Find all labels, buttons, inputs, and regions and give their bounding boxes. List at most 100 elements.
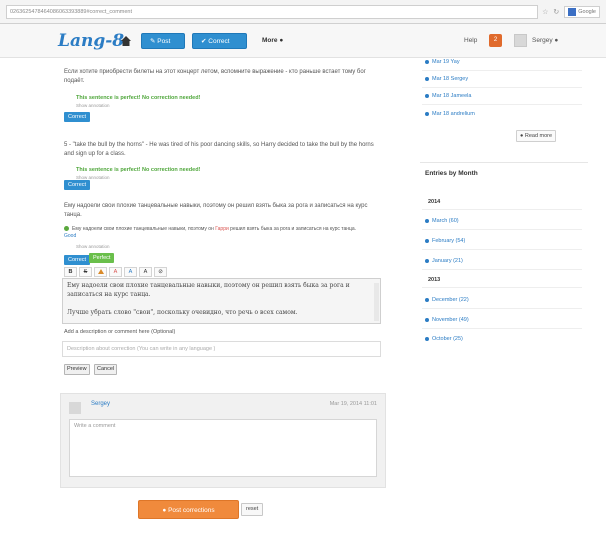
month-label: January (21) <box>432 258 463 264</box>
bullet-icon <box>425 93 429 98</box>
correction-editor[interactable]: Ему надоели свои плохие танцевальные нав… <box>62 278 381 324</box>
avatar[interactable] <box>514 34 527 47</box>
preview-button[interactable]: Preview <box>64 364 90 375</box>
sidebar-entry-label: Mar 19 Yay <box>432 59 460 65</box>
sentence-text: Если хотите приобрести билеты на этот ко… <box>64 69 366 84</box>
month-label: February (54) <box>432 238 466 244</box>
bullet-icon <box>425 238 429 243</box>
strikethrough-button[interactable]: S <box>79 267 92 277</box>
month-link[interactable]: October (25) <box>425 336 463 342</box>
bullet-icon <box>425 111 429 116</box>
month-label: March (60) <box>432 218 459 224</box>
bullet-icon <box>425 336 429 341</box>
reset-button[interactable]: reset <box>241 503 264 516</box>
circle-icon: ● <box>162 507 167 514</box>
editor-text: Ему надоели свои плохие танцевальные нав… <box>67 282 350 298</box>
month-link[interactable]: November (49) <box>425 317 469 323</box>
sentence-text: 5 - "take the bull by the horns" - He wa… <box>64 142 374 157</box>
reload-icon[interactable]: ↻ <box>553 8 559 16</box>
bullet-icon <box>425 59 429 64</box>
cancel-button[interactable]: Cancel <box>94 364 118 375</box>
show-annotation-link[interactable]: Show annotation <box>76 103 110 108</box>
month-link[interactable]: December (22) <box>425 297 469 303</box>
editor-scrollbar[interactable] <box>374 283 379 321</box>
perfect-message: This sentence is perfect! No correction … <box>76 167 201 173</box>
circle-icon: ● <box>520 133 524 139</box>
description-input[interactable]: Description about correction (You can wr… <box>62 341 381 357</box>
month-link[interactable]: January (21) <box>425 258 463 264</box>
bold-button[interactable]: B <box>64 267 77 277</box>
settings-circle-icon: ● <box>554 37 559 44</box>
correction-text: Ему надоели свои плохие танцевальные нав… <box>72 226 214 232</box>
pencil-icon: ✎ <box>150 38 156 45</box>
address-bar[interactable]: 0263625478464086063393889#correct_commen… <box>6 4 539 19</box>
correction-inserted-word: Гарри <box>215 226 229 232</box>
post-button-label: Post <box>157 38 171 45</box>
correct-sentence-button[interactable]: Correct <box>64 180 91 190</box>
app-header: Lang-8 ✎ Post ✔ Correct More ● Help 2 Se… <box>0 24 606 58</box>
read-more-label: Read more <box>524 133 553 139</box>
logo[interactable]: Lang-8 <box>58 31 124 51</box>
clear-format-button[interactable]: ⊘ <box>154 267 167 277</box>
user-name: Sergey <box>532 37 553 44</box>
correction-text: решил взять быка за рога и записаться на… <box>230 226 357 232</box>
bullet-icon <box>425 258 429 263</box>
sidebar-entry-link[interactable]: Mar 18 Sergey <box>425 76 468 82</box>
year-heading: 2014 <box>428 199 441 205</box>
month-label: October (25) <box>432 336 463 342</box>
entries-by-month-title: Entries by Month <box>425 170 478 177</box>
correct-button[interactable]: ✔ Correct <box>192 33 247 49</box>
check-icon: ✔ <box>201 38 207 45</box>
search-engine-label: Google <box>578 8 596 15</box>
sidebar-entry-link[interactable]: Mar 18 Jameela <box>425 93 471 99</box>
format-toolbar: B S A A A ⊘ <box>64 267 167 277</box>
browser-toolbar: 0263625478464086063393889#correct_commen… <box>0 0 606 24</box>
notification-badge[interactable]: 2 <box>489 34 502 47</box>
comment-date: Mar 19, 2014 11:01 <box>329 401 377 407</box>
month-link[interactable]: March (60) <box>425 218 459 224</box>
sidebar-entry-label: Mar 18 Sergey <box>432 76 469 82</box>
user-menu[interactable]: Sergey ● <box>532 37 558 44</box>
correction-preview: Ему надоели свои плохие танцевальные нав… <box>64 226 364 240</box>
bullet-icon <box>425 317 429 322</box>
text-color-button[interactable]: A <box>139 267 152 277</box>
post-corrections-label: Post corrections <box>168 507 215 514</box>
correct-sentence-button[interactable]: Correct <box>64 112 91 122</box>
comment-box: Sergey Mar 19, 2014 11:01 Write a commen… <box>60 393 386 488</box>
avatar <box>69 402 81 414</box>
sidebar-entry-link[interactable]: Mar 19 Yay <box>425 59 460 65</box>
bullet-icon <box>425 297 429 302</box>
post-corrections-button[interactable]: ● Post corrections <box>138 500 239 519</box>
search-box[interactable]: Google <box>564 5 600 18</box>
perfect-sentence-button[interactable]: Perfect <box>89 253 115 263</box>
show-annotation-link[interactable]: Show annotation <box>76 244 110 249</box>
more-label: More <box>262 37 278 44</box>
blue-text-button[interactable]: A <box>124 267 137 277</box>
check-circle-icon <box>64 226 69 232</box>
sentence-text: Ему надоели свои плохие танцевальные нав… <box>64 203 368 218</box>
bullet-icon <box>425 76 429 81</box>
post-button[interactable]: ✎ Post <box>141 33 185 49</box>
month-label: December (22) <box>432 297 469 303</box>
correct-sentence-button[interactable]: Correct <box>64 255 91 265</box>
year-heading: 2013 <box>428 277 441 283</box>
sidebar-entry-link[interactable]: Mar 18 andrelium <box>425 111 475 117</box>
good-label: Good <box>64 233 77 239</box>
correct-button-label: Correct <box>208 38 230 45</box>
bullet-icon <box>425 218 429 223</box>
read-more-button[interactable]: ● Read more <box>516 130 557 142</box>
help-link[interactable]: Help <box>464 37 477 44</box>
search-engine-icon <box>568 7 577 16</box>
more-menu[interactable]: More ● <box>262 37 283 44</box>
perfect-message: This sentence is perfect! No correction … <box>76 95 201 101</box>
more-circle-icon: ● <box>279 37 284 44</box>
star-icon[interactable]: ☆ <box>542 8 548 16</box>
editor-comment-text: Лучше убрать слово "свои", поскольку оче… <box>67 309 298 316</box>
sidebar-entry-label: Mar 18 andrelium <box>432 111 475 117</box>
home-icon[interactable] <box>120 35 132 47</box>
comment-user[interactable]: Sergey <box>91 401 110 407</box>
warning-icon[interactable] <box>94 267 107 277</box>
comment-input[interactable]: Write a comment <box>69 419 377 477</box>
month-link[interactable]: February (54) <box>425 238 465 244</box>
red-text-button[interactable]: A <box>109 267 122 277</box>
